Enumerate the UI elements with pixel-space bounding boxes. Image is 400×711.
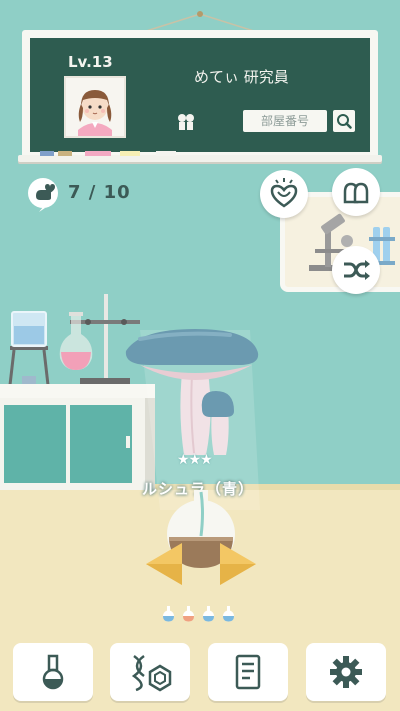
- nav-settings-button[interactable]: [306, 643, 386, 701]
- chalk-cream: [120, 151, 140, 156]
- page-dot-3: [203, 606, 214, 622]
- search-button[interactable]: [333, 110, 355, 132]
- chalk-blue: [40, 151, 54, 156]
- search-icon: [337, 114, 352, 129]
- previous-arrow-button[interactable]: [146, 543, 182, 585]
- friends-icon: [343, 182, 369, 204]
- nav-notes-button[interactable]: [208, 643, 288, 701]
- notes-icon: [235, 654, 261, 690]
- researcher-name: めてぃ 研究員: [194, 68, 289, 86]
- favorite-button[interactable]: [260, 170, 308, 218]
- mushroom-specimen[interactable]: [120, 325, 270, 460]
- flask-icon: [42, 654, 64, 690]
- board-ledge: [18, 155, 382, 162]
- page-dot-1: [163, 606, 174, 622]
- friends-small-icon: [178, 114, 194, 130]
- counter-badge: [28, 178, 58, 212]
- chalk-yellow: [58, 151, 72, 156]
- shuffle-icon: [344, 260, 370, 280]
- research-counter: 7 / 10: [68, 182, 131, 203]
- nav-collection-button[interactable]: [110, 643, 190, 701]
- page-dot-4: [223, 606, 234, 622]
- player-level: Lv.13: [68, 53, 113, 71]
- shuffle-button[interactable]: [332, 246, 380, 294]
- heart-sparkle-icon: [270, 178, 298, 208]
- dna-crystal-icon: [131, 654, 172, 692]
- next-arrow-button[interactable]: [220, 543, 256, 585]
- friends-button[interactable]: [332, 168, 380, 216]
- chalk-pink: [85, 151, 111, 156]
- chalk-white: [156, 151, 176, 156]
- avatar-girl-icon: [66, 78, 124, 136]
- hand-heart-icon: [36, 184, 55, 212]
- cabinet-door-left: [4, 405, 66, 483]
- page-dot-2: [183, 606, 194, 622]
- specimen-page-indicator: [163, 606, 234, 622]
- room-number-input[interactable]: 部屋番号: [243, 110, 327, 132]
- gear-icon: [330, 656, 362, 688]
- avatar[interactable]: [64, 76, 126, 138]
- rarity-stars: ★★★: [177, 452, 213, 468]
- nav-lab-button[interactable]: [13, 643, 93, 701]
